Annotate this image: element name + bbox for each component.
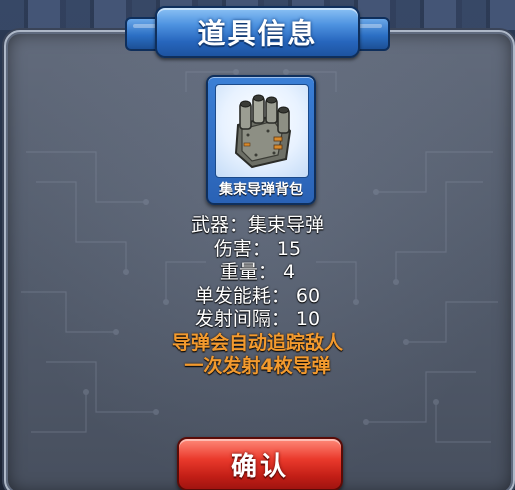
dialog-title: 道具信息	[197, 17, 318, 50]
stat-energy-per-shot: 单发能耗： 60	[194, 284, 321, 307]
stat-weight: 重量： 4	[219, 261, 296, 283]
item-icon-frame	[215, 84, 309, 178]
stat-damage: 伤害： 15	[213, 237, 302, 260]
missile-backpack-icon	[234, 94, 292, 169]
item-card: 集束导弹背包	[206, 75, 316, 205]
title-bar: 道具信息	[155, 6, 360, 58]
description-line: 一次发射4枚导弹	[184, 355, 331, 377]
item-name: 集束导弹背包	[219, 182, 303, 198]
confirm-button[interactable]: 确认	[177, 437, 343, 490]
description-line: 导弹会自动追踪敌人	[171, 331, 343, 354]
title-banner: 道具信息	[125, 6, 390, 58]
item-stats: 武器：集束导弹 伤害： 15 重量： 4 单发能耗： 60 发射间隔： 10 导…	[0, 214, 515, 379]
stat-fire-interval: 发射间隔： 10	[194, 308, 321, 330]
game-screen: 道具信息 集束导弹背包 武器：集束导弹 伤害： 15 重量： 4 单发能耗： 6…	[0, 0, 515, 490]
confirm-button-label: 确认	[230, 451, 289, 482]
stat-weapon: 武器：集束导弹	[190, 214, 324, 236]
